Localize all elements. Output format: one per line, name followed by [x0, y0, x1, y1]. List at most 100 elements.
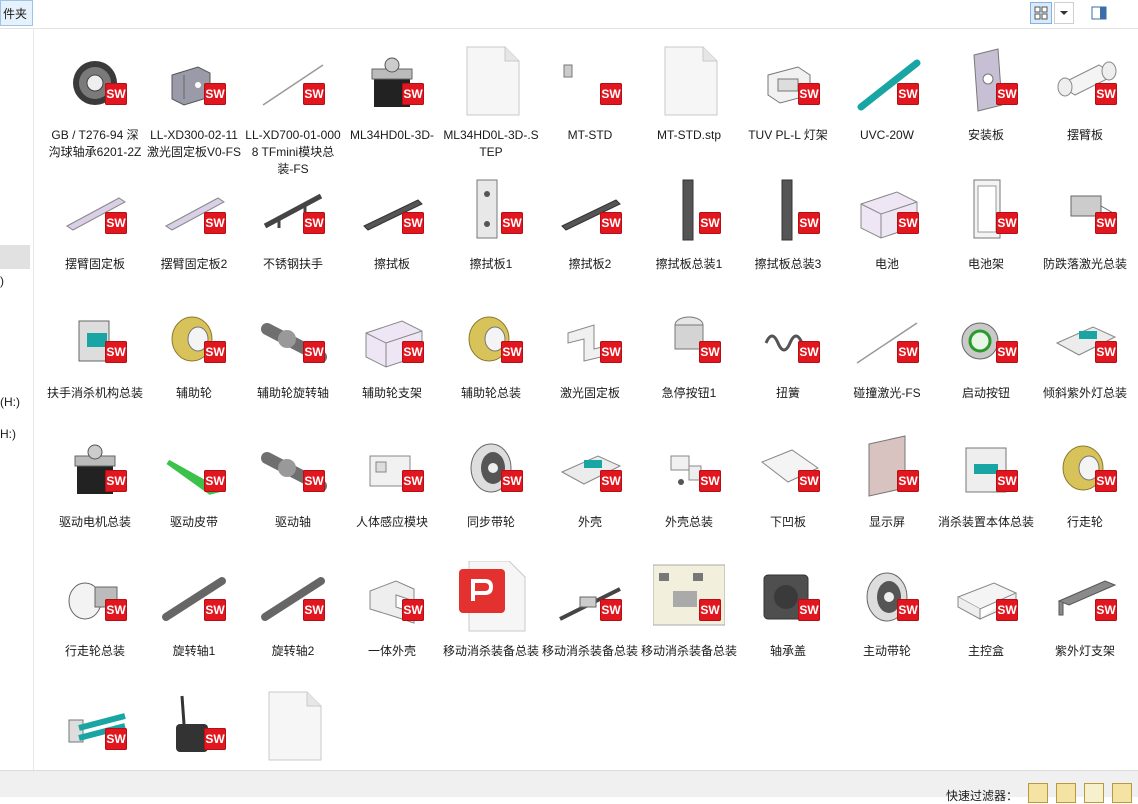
navigation-pane[interactable]: ) (H:) H:): [0, 29, 34, 770]
file-item[interactable]: SW 行走轮: [1037, 424, 1133, 552]
file-item[interactable]: SW UVC-20W: [839, 37, 935, 165]
file-name: 急停按钮1: [661, 386, 717, 400]
file-item[interactable]: SW 摆臂板: [1037, 37, 1133, 165]
file-item[interactable]: SW 驱动皮带: [146, 424, 242, 552]
file-item[interactable]: SW 旋转轴2: [245, 553, 341, 681]
file-item[interactable]: SW 激光固定板: [542, 295, 638, 423]
frame-thumbnail-icon: [950, 174, 1022, 246]
file-item[interactable]: SW 电池: [839, 166, 935, 294]
file-name: 行走轮: [1066, 515, 1103, 529]
file-item[interactable]: SW 行走轮总装: [47, 553, 143, 681]
file-name: TUV PL-L 灯架: [748, 128, 828, 142]
file-name: 碰撞激光-FS: [853, 386, 921, 400]
screen-thumbnail-icon: [851, 432, 923, 504]
solidworks-badge-icon: SW: [798, 212, 820, 234]
wheel-yellow-thumbnail-icon: [455, 303, 527, 375]
file-item[interactable]: ML34HD0L-3D-.STEP: [443, 37, 539, 165]
file-item[interactable]: SW 辅助轮总装: [443, 295, 539, 423]
file-name: 不锈钢扶手: [262, 257, 323, 271]
file-item[interactable]: MT-STD.stp: [641, 37, 737, 165]
status-bar: 快速过滤器：: [0, 770, 1138, 803]
file-item[interactable]: SW 辅助轮: [146, 295, 242, 423]
nav-drive-h-2[interactable]: H:): [0, 427, 16, 441]
file-item[interactable]: SW 防跌落激光总装: [1037, 166, 1133, 294]
file-item[interactable]: SW 辅助轮支架: [344, 295, 440, 423]
breadcrumb-folder[interactable]: 件夹: [0, 0, 33, 26]
file-item[interactable]: SW 擦拭板1: [443, 166, 539, 294]
file-item[interactable]: SW 一体外壳: [344, 553, 440, 681]
bar-thumbnail-icon: [356, 174, 428, 246]
file-name: 外壳: [577, 515, 602, 529]
file-item[interactable]: SW 显示屏: [839, 424, 935, 552]
cover-thumbnail-icon: [752, 561, 824, 633]
file-grid[interactable]: SW GB / T276-94 深沟球轴承6201-2Z SW LL-XD300-02…: [33, 29, 1138, 770]
file-name: 摆臂板: [1066, 128, 1103, 142]
file-item[interactable]: 移动消杀装备总装: [443, 553, 539, 681]
solidworks-badge-icon: SW: [501, 341, 523, 363]
file-item[interactable]: SW 摆臂固定板: [47, 166, 143, 294]
file-item[interactable]: SW 外壳: [542, 424, 638, 552]
file-item[interactable]: SW 碰撞激光-FS: [839, 295, 935, 423]
file-name: 紫外灯支架: [1054, 644, 1115, 658]
file-item[interactable]: SW 旋转轴1: [146, 553, 242, 681]
file-item[interactable]: SW紫外辐照计总装: [146, 682, 242, 770]
pulley-thumbnail-icon: [851, 561, 923, 633]
file-item[interactable]: SW 人体感应模块: [344, 424, 440, 552]
module-thumbnail-icon: [356, 432, 428, 504]
file-item[interactable]: SW 擦拭板总装1: [641, 166, 737, 294]
solidworks-badge-icon: SW: [105, 212, 127, 234]
filter-assembly-icon[interactable]: [1112, 783, 1132, 803]
file-item[interactable]: SW 急停按钮1: [641, 295, 737, 423]
file-item[interactable]: SW 外壳总装: [641, 424, 737, 552]
file-item[interactable]: SW 移动消杀装备总装: [542, 553, 638, 681]
vbar-thumbnail-icon: [653, 174, 725, 246]
filter-drawing-icon[interactable]: [1084, 783, 1104, 803]
filter-part-icon[interactable]: [1056, 783, 1076, 803]
file-item[interactable]: SW 扭簧: [740, 295, 836, 423]
file-item[interactable]: SW LL-XD300-02-11 激光固定板V0-FS: [146, 37, 242, 165]
file-item[interactable]: SW 擦拭板2: [542, 166, 638, 294]
file-item[interactable]: SW 擦拭板总装3: [740, 166, 836, 294]
file-item[interactable]: SW 同步带轮: [443, 424, 539, 552]
file-item[interactable]: SW TUV PL-L 灯架: [740, 37, 836, 165]
file-item[interactable]: SW 启动按钮: [938, 295, 1034, 423]
file-name: 辅助轮旋转轴: [256, 386, 329, 400]
preview-pane-icon[interactable]: [1088, 2, 1110, 24]
file-item[interactable]: SW 辅助轮旋转轴: [245, 295, 341, 423]
file-item[interactable]: SW 主控盒: [938, 553, 1034, 681]
file-item[interactable]: SW紫外灯组装: [47, 682, 143, 770]
filter-folder-icon[interactable]: [1028, 783, 1048, 803]
file-name: 外壳总装: [664, 515, 713, 529]
file-item[interactable]: SW 消杀装置本体总装: [938, 424, 1034, 552]
solidworks-badge-icon: SW: [105, 470, 127, 492]
file-item[interactable]: 紫外辐照计总: [245, 682, 341, 770]
file-item[interactable]: SW LL-XD700-01-0008 TFmini模块总装-FS: [245, 37, 341, 176]
file-item[interactable]: SW 扶手消杀机构总装: [47, 295, 143, 423]
file-item[interactable]: SW 主动带轮: [839, 553, 935, 681]
file-item[interactable]: SW 下凹板: [740, 424, 836, 552]
nav-drive-h-1[interactable]: (H:): [0, 395, 20, 409]
file-item[interactable]: SW GB / T276-94 深沟球轴承6201-2Z: [47, 37, 143, 165]
file-item[interactable]: SW 倾斜紫外灯总装: [1037, 295, 1133, 423]
file-name: 旋转轴1: [172, 644, 216, 658]
file-item[interactable]: SW 驱动电机总装: [47, 424, 143, 552]
file-item[interactable]: SW 安装板: [938, 37, 1034, 165]
file-item[interactable]: SW 摆臂固定板2: [146, 166, 242, 294]
angle-thumbnail-icon: [554, 303, 626, 375]
nav-selected-item[interactable]: [0, 245, 30, 269]
file-item[interactable]: SW 轴承盖: [740, 553, 836, 681]
file-item[interactable]: SW 擦拭板: [344, 166, 440, 294]
file-name: 驱动皮带: [169, 515, 218, 529]
large-icons-view-icon[interactable]: [1030, 2, 1052, 24]
file-item[interactable]: SW 紫外灯支架: [1037, 553, 1133, 681]
file-name: 显示屏: [868, 515, 905, 529]
file-item[interactable]: SW 电池架: [938, 166, 1034, 294]
file-item[interactable]: SW 不锈钢扶手: [245, 166, 341, 294]
nav-item-text[interactable]: ): [0, 274, 4, 288]
file-item[interactable]: SW ML34HD0L-3D-: [344, 37, 440, 165]
solidworks-badge-icon: SW: [996, 83, 1018, 105]
file-item[interactable]: SW 驱动轴: [245, 424, 341, 552]
file-item[interactable]: SW MT-STD: [542, 37, 638, 165]
chevron-down-icon[interactable]: [1054, 2, 1074, 24]
file-item[interactable]: SW 移动消杀装备总装: [641, 553, 737, 681]
